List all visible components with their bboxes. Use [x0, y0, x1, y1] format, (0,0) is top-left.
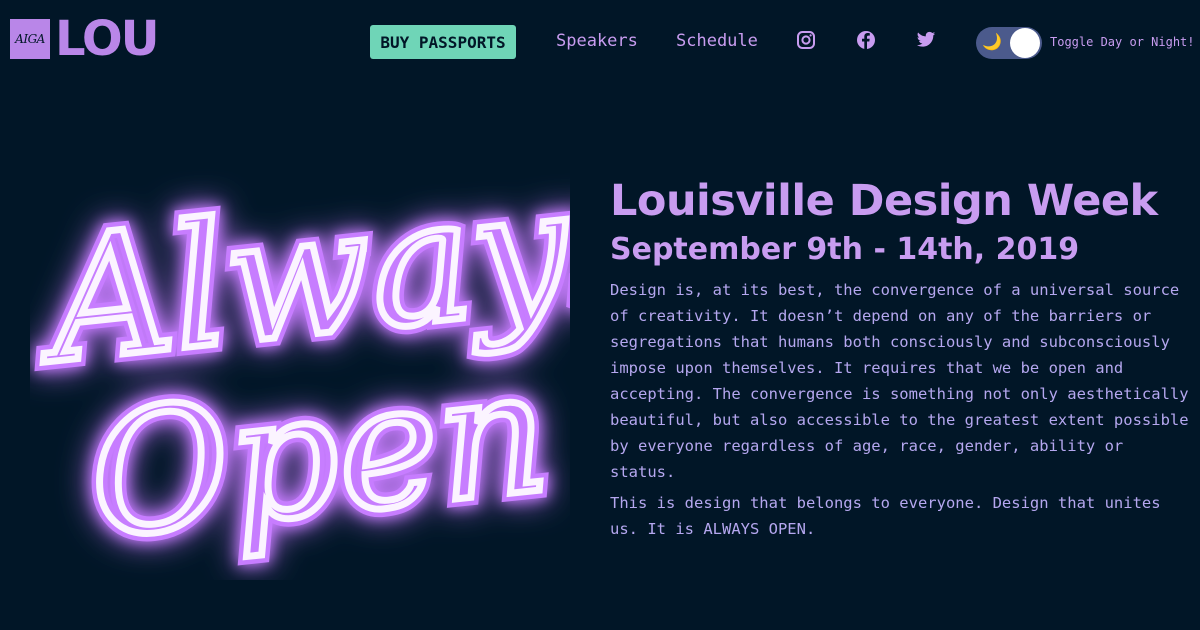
site-logo[interactable]: AIGA LOU	[10, 11, 160, 67]
nav-schedule-link[interactable]: Schedule	[676, 31, 758, 51]
toggle-label: Toggle Day or Night!	[1050, 35, 1195, 49]
buy-passports-button[interactable]: BUY PASSPORTS	[370, 25, 516, 59]
moon-icon: 🌙	[982, 32, 1002, 51]
always-open-neon-sign: Always Open Always Open	[30, 140, 570, 580]
logo-text: LOU	[55, 11, 160, 67]
aiga-badge: AIGA	[10, 19, 50, 59]
day-night-toggle[interactable]: 🌙	[976, 27, 1042, 59]
instagram-icon[interactable]	[796, 30, 816, 50]
nav-speakers-link[interactable]: Speakers	[556, 31, 638, 51]
event-title: Louisville Design Week	[610, 176, 1158, 226]
closing-paragraph: This is design that belongs to everyone.…	[610, 494, 1161, 538]
facebook-icon[interactable]	[856, 30, 876, 50]
aiga-badge-text: AIGA	[15, 32, 45, 46]
intro-paragraph: Design is, at its best, the convergence …	[610, 281, 1189, 481]
toggle-knob[interactable]	[1010, 28, 1040, 58]
twitter-icon[interactable]	[916, 30, 936, 50]
event-dates: September 9th - 14th, 2019	[610, 232, 1080, 267]
